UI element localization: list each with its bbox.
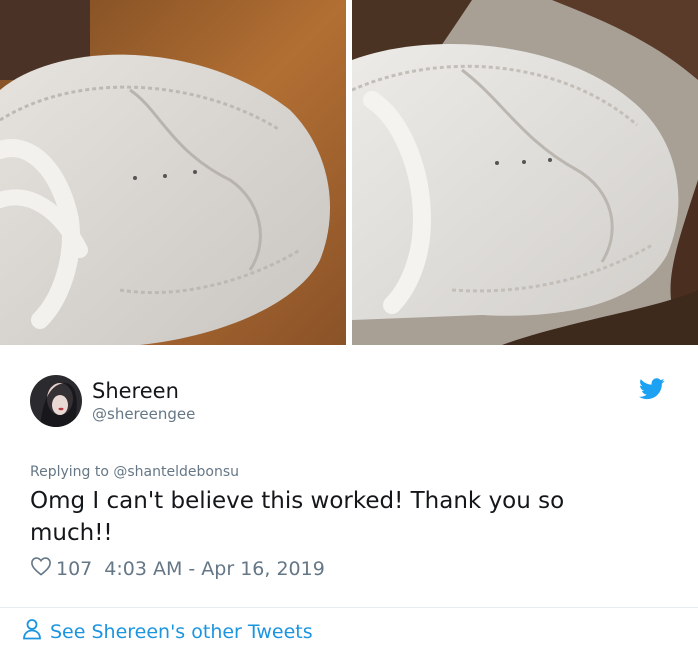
see-other-tweets-link[interactable]: See Shereen's other Tweets (22, 618, 313, 645)
replying-to: Replying to @shanteldebonsu (30, 464, 239, 480)
shoe-photo-right[interactable] (352, 0, 698, 345)
see-other-tweets-label[interactable]: See Shereen's other Tweets (50, 621, 313, 643)
heart-icon[interactable] (30, 556, 52, 581)
shoe-photo-left[interactable] (0, 0, 346, 345)
handle[interactable]: @shereengee (92, 404, 195, 424)
author-names: Shereen @shereengee (92, 378, 195, 424)
timestamp[interactable]: 4:03 AM - Apr 16, 2019 (104, 558, 325, 580)
tweet-text: Omg I can't believe this worked! Thank y… (30, 488, 565, 546)
tweet-meta: 107 4:03 AM - Apr 16, 2019 (30, 556, 325, 581)
display-name[interactable]: Shereen (92, 378, 195, 404)
divider (0, 607, 698, 608)
twitter-bird-icon[interactable] (639, 378, 665, 400)
replying-to-handle[interactable]: @shanteldebonsu (113, 464, 239, 480)
replying-prefix: Replying to (30, 464, 109, 480)
user-icon (22, 618, 42, 645)
tweet-media (0, 0, 698, 345)
tweet-card: Shereen @shereengee Replying to @shantel… (0, 345, 698, 654)
tweet-header: Shereen @shereengee (30, 375, 195, 427)
avatar[interactable] (30, 375, 82, 427)
like-count[interactable]: 107 (56, 558, 92, 580)
